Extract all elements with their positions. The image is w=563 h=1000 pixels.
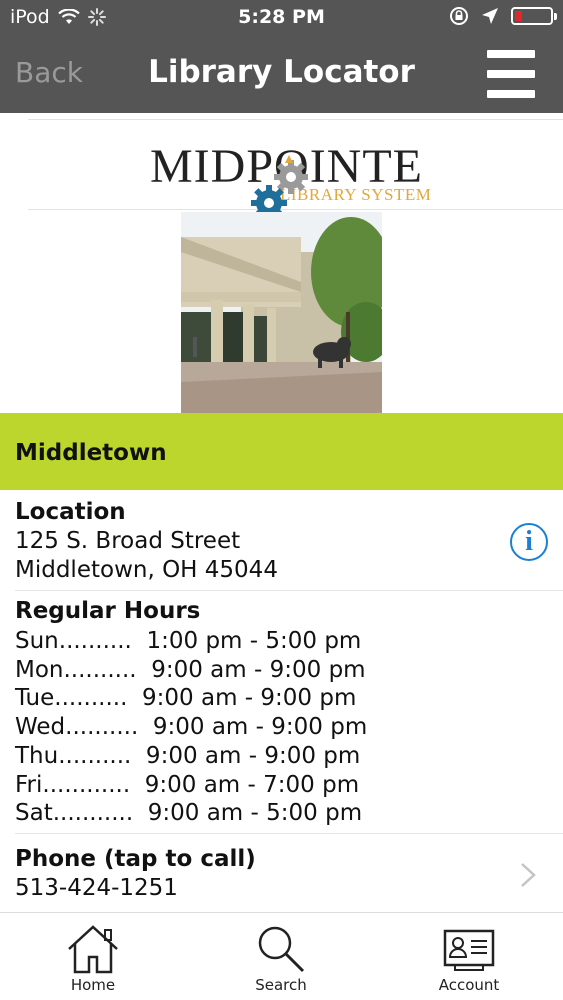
home-icon [68, 925, 118, 974]
hours-row: Thu.......... 9:00 am - 9:00 pm [15, 743, 361, 769]
phone-number[interactable]: 513-424-1251 [15, 875, 178, 901]
battery-level-fill [515, 11, 522, 21]
address-line-1: 125 S. Broad Street [15, 528, 241, 554]
location-arrow-icon [482, 8, 498, 24]
status-bar: iPod 5:28 PM [0, 0, 563, 36]
battery-icon [511, 7, 557, 25]
phone-title: Phone (tap to call) [15, 846, 256, 872]
hours-row: Mon.......... 9:00 am - 9:00 pm [15, 657, 366, 683]
back-button[interactable]: Back [15, 56, 83, 89]
navigation-bar: Back Library Locator [0, 36, 563, 113]
location-title: Location [15, 499, 126, 525]
address-line-2: Middletown, OH 45044 [15, 557, 278, 583]
tab-search[interactable]: Search [221, 913, 341, 1000]
hours-section: Regular Hours Sun.......... 1:00 pm - 5:… [0, 591, 563, 831]
tab-bar: Home Search Account [0, 912, 563, 1000]
tab-search-label: Search [255, 976, 307, 994]
library-card-icon [443, 929, 495, 971]
location-section: Location 125 S. Broad Street Middletown,… [0, 490, 563, 590]
branch-photo [181, 212, 382, 413]
hours-row: Wed.......... 9:00 am - 9:00 pm [15, 714, 368, 740]
branch-header: Middletown [0, 413, 563, 490]
chevron-right-icon [521, 863, 536, 887]
tab-home[interactable]: Home [33, 913, 153, 1000]
search-icon [258, 926, 305, 973]
hours-row: Sun.......... 1:00 pm - 5:00 pm [15, 628, 362, 654]
phone-row[interactable]: Phone (tap to call) 513-424-1251 [0, 834, 563, 910]
branch-name: Middletown [15, 440, 167, 466]
hours-title: Regular Hours [15, 598, 201, 624]
hours-row: Sat........... 9:00 am - 5:00 pm [15, 800, 363, 826]
tab-account-label: Account [438, 976, 500, 994]
tab-home-label: Home [70, 976, 116, 994]
hours-row: Tue.......... 9:00 am - 9:00 pm [15, 685, 357, 711]
tab-account[interactable]: Account [409, 913, 529, 1000]
hours-row: Fri............ 9:00 am - 7:00 pm [15, 772, 360, 798]
hamburger-menu-icon[interactable] [487, 50, 535, 98]
info-icon[interactable]: i [510, 523, 548, 561]
library-logo: MIDPOINTE LIBRARY SYSTEM [0, 113, 563, 221]
orientation-lock-icon [450, 7, 468, 25]
page-title: Library Locator [148, 54, 415, 90]
